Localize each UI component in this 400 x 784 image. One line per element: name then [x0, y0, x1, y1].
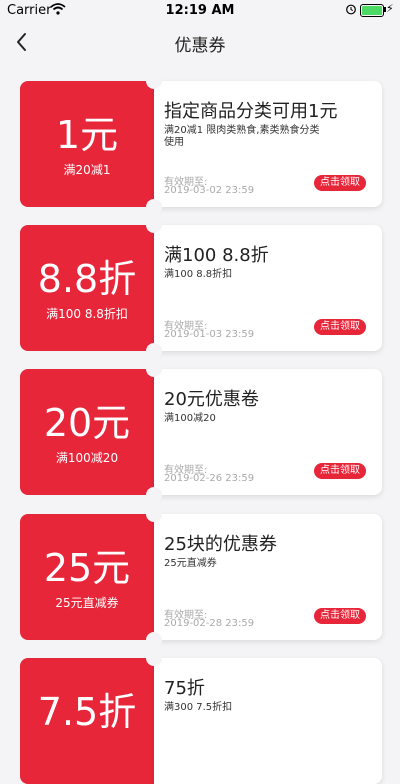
- coupon-amount: 25元: [43, 546, 131, 590]
- coupon-title: 满100 8.8折: [164, 245, 269, 266]
- status-bar: Carrier 12:19 AM ⚡: [0, 0, 400, 20]
- coupon-description: 25元直减券: [164, 558, 217, 569]
- coupon-notch: [146, 632, 162, 648]
- coupon-condition: 25元直减券: [55, 596, 119, 610]
- coupon-valid-date: 2019-02-26 23:59: [164, 473, 255, 484]
- coupon-notch: [146, 650, 162, 666]
- status-clock: 12:19 AM: [165, 3, 235, 18]
- claim-button[interactable]: 点击领取: [314, 608, 366, 624]
- alarm-icon: [345, 3, 357, 19]
- coupon-value-panel: 25元 25元直减券: [20, 514, 154, 640]
- coupon-title: 20元优惠卷: [164, 389, 259, 410]
- coupon-description: 满100减20: [164, 413, 216, 424]
- coupon-title: 指定商品分类可用1元: [164, 101, 338, 122]
- coupon-notch: [146, 73, 162, 89]
- coupon-card[interactable]: 20元 满100减20 20元优惠卷 满100减20 有效期至: 2019-02…: [20, 361, 382, 503]
- coupon-title: 75折: [164, 678, 205, 699]
- coupon-title: 25块的优惠券: [164, 534, 277, 555]
- coupon-amount: 1元: [55, 113, 119, 157]
- claim-button[interactable]: 点击领取: [314, 175, 366, 191]
- coupon-card[interactable]: 8.8折 满100 8.8折扣 满100 8.8折 满100 8.8折扣 有效期…: [20, 217, 382, 359]
- coupon-value-panel: 20元 满100减20: [20, 369, 154, 495]
- claim-button[interactable]: 点击领取: [314, 463, 366, 479]
- coupon-info-panel: 75折 满300 7.5折扣: [154, 658, 382, 784]
- coupon-info-panel: 指定商品分类可用1元 满20减1 限肉类熟食,素类熟食分类使用 有效期至: 20…: [154, 81, 382, 207]
- page-title: 优惠券: [174, 36, 226, 56]
- coupon-value-panel: 1元 满20减1: [20, 81, 154, 207]
- coupon-description: 满20减1 限肉类熟食,素类熟食分类使用: [164, 125, 320, 148]
- coupon-amount: 20元: [43, 401, 131, 445]
- charging-icon: ⚡: [386, 2, 394, 15]
- coupon-valid-date: 2019-02-28 23:59: [164, 618, 255, 629]
- coupon-valid-date: 2019-03-02 23:59: [164, 185, 255, 196]
- coupon-description: 满300 7.5折扣: [164, 702, 233, 713]
- coupon-notch: [146, 487, 162, 503]
- nav-bar: 优惠券: [0, 20, 400, 64]
- coupon-condition: 满100减20: [55, 451, 119, 465]
- coupon-valid-date: 2019-01-03 23:59: [164, 329, 255, 340]
- coupon-notch: [146, 506, 162, 522]
- coupon-value-panel: 8.8折 满100 8.8折扣: [20, 225, 154, 351]
- coupon-notch: [146, 343, 162, 359]
- coupon-card[interactable]: 7.5折 75折 满300 7.5折扣: [20, 650, 382, 784]
- coupon-card[interactable]: 25元 25元直减券 25块的优惠券 25元直减券 有效期至: 2019-02-…: [20, 506, 382, 648]
- coupon-amount: 8.8折: [37, 257, 137, 301]
- coupon-info-panel: 20元优惠卷 满100减20 有效期至: 2019-02-26 23:59 点击…: [154, 369, 382, 495]
- coupon-info-panel: 满100 8.8折 满100 8.8折扣 有效期至: 2019-01-03 23…: [154, 225, 382, 351]
- coupon-info-panel: 25块的优惠券 25元直减券 有效期至: 2019-02-28 23:59 点击…: [154, 514, 382, 640]
- battery-icon: [360, 4, 384, 17]
- coupon-notch: [146, 361, 162, 377]
- claim-button[interactable]: 点击领取: [314, 319, 366, 335]
- coupon-card[interactable]: 1元 满20减1 指定商品分类可用1元 满20减1 限肉类熟食,素类熟食分类使用…: [20, 73, 382, 215]
- coupon-condition: 满100 8.8折扣: [46, 307, 128, 321]
- coupon-condition: 满20减1: [63, 163, 111, 177]
- coupon-notch: [146, 199, 162, 215]
- coupon-value-panel: 7.5折: [20, 658, 154, 784]
- coupon-notch: [146, 217, 162, 233]
- coupon-description: 满100 8.8折扣: [164, 269, 233, 280]
- coupon-amount: 7.5折: [37, 690, 137, 734]
